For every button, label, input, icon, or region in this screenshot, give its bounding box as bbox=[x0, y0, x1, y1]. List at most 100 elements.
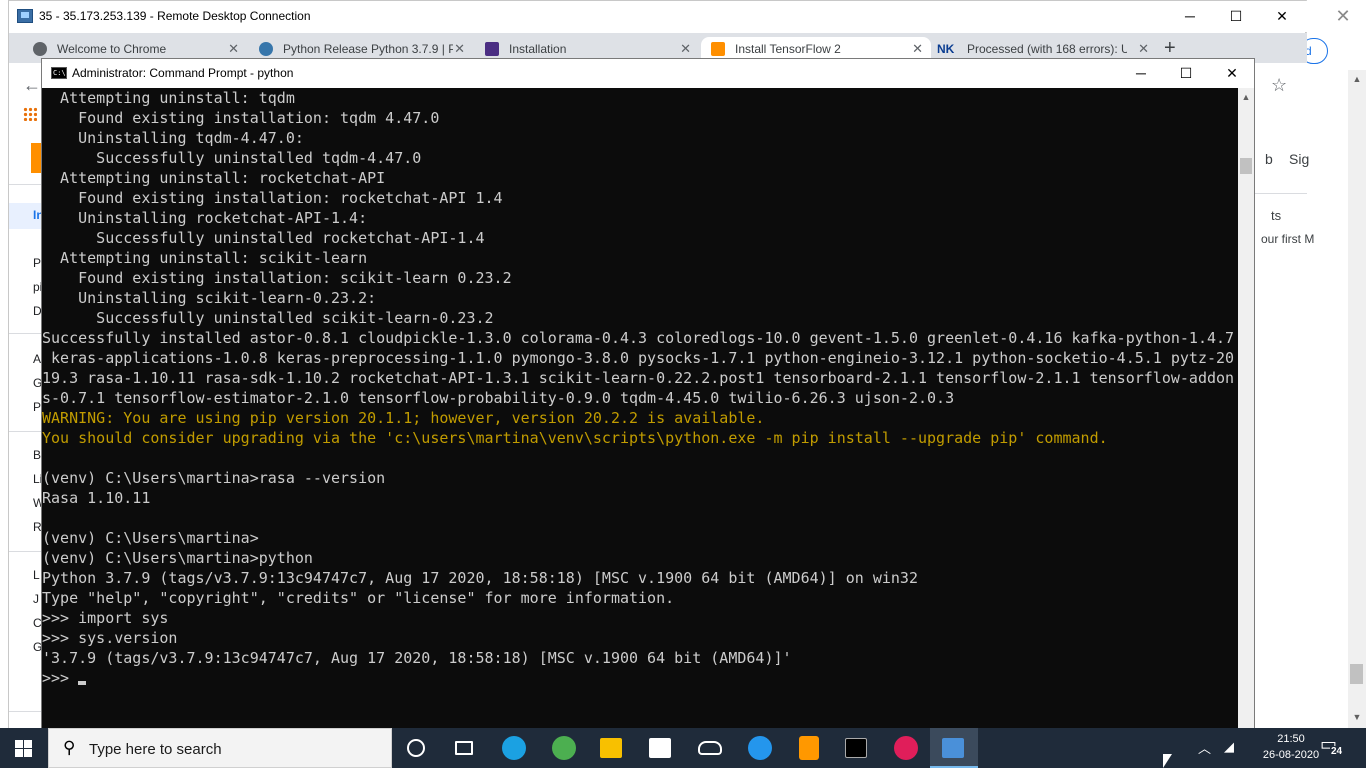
tab-close-icon[interactable]: ✕ bbox=[680, 41, 691, 57]
search-icon: ⚲ bbox=[63, 738, 76, 757]
taskbar-app-button[interactable] bbox=[392, 728, 440, 768]
console-line: Rasa 1.10.11 bbox=[42, 489, 151, 507]
tab-label: Install TensorFlow 2 bbox=[735, 42, 841, 56]
network-icon[interactable]: ◢ bbox=[1224, 739, 1244, 768]
apps-grid-icon[interactable] bbox=[23, 107, 37, 121]
start-button[interactable] bbox=[0, 728, 48, 768]
taskbar-search-box[interactable]: ⚲ Type here to search bbox=[48, 728, 392, 768]
system-clock[interactable]: 21:50 26-08-2020 bbox=[1254, 731, 1328, 763]
python-icon bbox=[259, 42, 273, 56]
cmd-minimize-button[interactable]: ─ bbox=[1118, 60, 1164, 86]
taskbar-app-button[interactable] bbox=[490, 728, 538, 768]
divider bbox=[9, 333, 43, 334]
taskbar: ⚲ Type here to search ︿ ◢ 21:50 26-08-20… bbox=[0, 728, 1366, 768]
console-line: Attempting uninstall: scikit-learn bbox=[42, 249, 368, 267]
edge-icon bbox=[502, 736, 526, 760]
taskbar-app-button[interactable] bbox=[736, 728, 784, 768]
nav-item[interactable]: P bbox=[33, 256, 41, 270]
notification-count: 24 bbox=[1330, 746, 1344, 757]
console-line: '3.7.9 (tags/v3.7.9:13c94747c7, Aug 17 2… bbox=[42, 649, 792, 667]
back-arrow-icon[interactable]: ← bbox=[23, 75, 41, 96]
rdp-titlebar[interactable]: 35 - 35.173.253.139 - Remote Desktop Con… bbox=[9, 1, 1307, 32]
console-line: Successfully installed astor-0.8.1 cloud… bbox=[42, 329, 1235, 347]
mouse-cursor-icon bbox=[1163, 754, 1172, 768]
nav-item[interactable]: B bbox=[33, 448, 41, 462]
nav-item[interactable]: L bbox=[33, 568, 40, 582]
taskbar-app-button[interactable] bbox=[440, 728, 488, 768]
sign-in-link[interactable]: Sig bbox=[1289, 151, 1309, 167]
console-line: Attempting uninstall: rocketchat-API bbox=[42, 169, 386, 187]
nav-link[interactable]: b bbox=[1265, 151, 1273, 167]
taskbar-app-button[interactable] bbox=[686, 728, 734, 768]
taskbar-app-button[interactable] bbox=[785, 728, 833, 768]
console-line: 19.3 rasa-1.10.11 rasa-sdk-1.10.2 rocket… bbox=[42, 369, 1235, 387]
chrome-icon bbox=[552, 736, 576, 760]
slack-icon bbox=[894, 736, 918, 760]
console-line: >>> import sys bbox=[42, 609, 169, 627]
taskbar-app-button[interactable] bbox=[540, 728, 588, 768]
cortana-icon bbox=[407, 739, 425, 757]
taskbar-app-button[interactable] bbox=[882, 728, 930, 768]
cmd-titlebar[interactable]: C:\ Administrator: Command Prompt - pyth… bbox=[42, 59, 1254, 88]
scroll-up-icon[interactable]: ▲ bbox=[1238, 90, 1254, 104]
taskbar-app-button[interactable] bbox=[930, 728, 978, 768]
clock-time: 21:50 bbox=[1277, 733, 1305, 745]
console-line: keras-applications-1.0.8 keras-preproces… bbox=[42, 349, 1235, 367]
cmd-maximize-button[interactable]: ☐ bbox=[1163, 60, 1209, 86]
taskbar-app-button[interactable] bbox=[833, 728, 881, 768]
taskbar-app-button[interactable] bbox=[588, 728, 636, 768]
host-scroll-thumb[interactable] bbox=[1350, 664, 1363, 684]
host-close-icon[interactable]: ✕ bbox=[1332, 5, 1354, 27]
cmd-close-button[interactable]: ✕ bbox=[1209, 60, 1255, 86]
terminal-icon: C:\ bbox=[51, 67, 67, 79]
scroll-thumb[interactable] bbox=[1240, 158, 1252, 174]
console-line: Successfully uninstalled scikit-learn-0.… bbox=[42, 309, 494, 327]
nav-item[interactable]: J bbox=[33, 592, 39, 606]
bookmark-star-icon[interactable]: ☆ bbox=[1271, 75, 1287, 96]
divider bbox=[1255, 193, 1307, 194]
console-line: Type "help", "copyright", "credits" or "… bbox=[42, 589, 675, 607]
show-hidden-icons-chevron-icon[interactable]: ︿ bbox=[1198, 738, 1218, 768]
notification-center-button[interactable]: ▭ 24 bbox=[1320, 734, 1354, 762]
console-line: You should consider upgrading via the 'c… bbox=[42, 429, 1108, 447]
nav-item[interactable]: A bbox=[33, 352, 41, 366]
nav-item[interactable]: P bbox=[33, 400, 41, 414]
command-prompt-window: C:\ Administrator: Command Prompt - pyth… bbox=[41, 58, 1255, 728]
new-tab-button[interactable]: + bbox=[1164, 37, 1176, 60]
store-icon bbox=[649, 738, 671, 758]
cmd-scrollbar[interactable]: ▲ bbox=[1238, 88, 1254, 728]
toc-link[interactable]: our first M bbox=[1261, 232, 1314, 246]
tab-label: Processed (with 168 errors): Ur bbox=[967, 42, 1127, 56]
tab-close-icon[interactable]: ✕ bbox=[912, 41, 923, 57]
divider bbox=[9, 551, 43, 552]
rdp-close-button[interactable]: ✕ bbox=[1259, 3, 1305, 29]
terminal-icon bbox=[845, 738, 867, 758]
host-scrollbar[interactable] bbox=[1348, 70, 1366, 728]
remote-desktop-icon bbox=[942, 738, 964, 758]
rdp-maximize-button[interactable]: ☐ bbox=[1213, 3, 1259, 29]
docker-icon bbox=[748, 736, 772, 760]
text-cursor bbox=[78, 681, 87, 685]
divider bbox=[9, 431, 43, 432]
console-line: WARNING: You are using pip version 20.1.… bbox=[42, 409, 765, 427]
tensorflow-icon bbox=[711, 42, 725, 56]
console-line: Uninstalling tqdm-4.47.0: bbox=[42, 129, 304, 147]
console-output[interactable]: Attempting uninstall: tqdm Found existin… bbox=[42, 88, 1238, 728]
rdp-minimize-button[interactable]: ─ bbox=[1167, 3, 1213, 29]
tab-close-icon[interactable]: ✕ bbox=[1138, 41, 1149, 57]
console-line: s-0.7.1 tensorflow-estimator-2.1.0 tenso… bbox=[42, 389, 955, 407]
remote-desktop-icon bbox=[17, 9, 33, 23]
console-prompt-line: >>> bbox=[42, 668, 1238, 688]
host-scroll-up-icon[interactable]: ▲ bbox=[1351, 74, 1363, 84]
taskbar-app-button[interactable] bbox=[637, 728, 685, 768]
toc-heading: ts bbox=[1271, 208, 1282, 223]
console-line: Uninstalling rocketchat-API-1.4: bbox=[42, 209, 368, 227]
tab-label: Installation bbox=[509, 42, 567, 56]
console-line: Found existing installation: scikit-lear… bbox=[42, 269, 512, 287]
host-scroll-down-icon[interactable]: ▼ bbox=[1351, 712, 1363, 722]
sublime-icon bbox=[799, 736, 819, 760]
tab-close-icon[interactable]: ✕ bbox=[454, 41, 465, 57]
tab-close-icon[interactable]: ✕ bbox=[228, 41, 239, 57]
console-line: (venv) C:\Users\martina>python bbox=[42, 549, 313, 567]
